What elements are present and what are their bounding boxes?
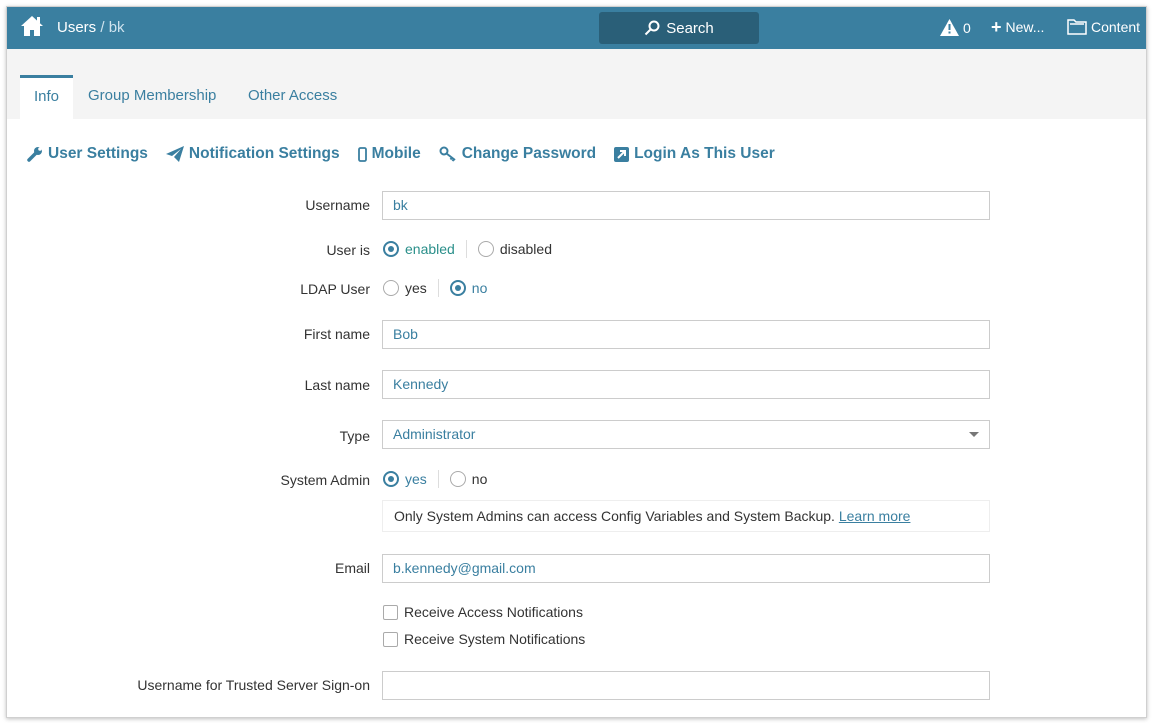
wrench-icon bbox=[27, 147, 42, 162]
mobile-link[interactable]: Mobile bbox=[357, 145, 421, 163]
ldap-yes-radio[interactable] bbox=[383, 280, 399, 296]
login-as-user-label: Login As This User bbox=[634, 145, 775, 162]
ldap-no-radio[interactable] bbox=[449, 280, 466, 296]
new-label: New... bbox=[1005, 19, 1045, 35]
type-label: Type bbox=[339, 428, 370, 444]
trusted-signon-input[interactable] bbox=[382, 671, 990, 700]
system-admin-note: Only System Admins can access Config Var… bbox=[382, 500, 990, 532]
plus-icon: + bbox=[991, 17, 1002, 37]
type-value: Administrator bbox=[393, 426, 476, 442]
user-is-label: User is bbox=[326, 242, 370, 258]
user-status-radio-group: enabled disabled bbox=[383, 240, 552, 258]
breadcrumb-users[interactable]: Users bbox=[57, 19, 96, 36]
change-password-label: Change Password bbox=[461, 145, 597, 162]
divider bbox=[437, 279, 439, 297]
email-input[interactable]: b.kennedy@gmail.com bbox=[382, 554, 990, 583]
notification-settings-link[interactable]: Notification Settings bbox=[165, 145, 340, 163]
disabled-radio[interactable] bbox=[477, 241, 494, 257]
tab-group-membership[interactable]: Group Membership bbox=[74, 75, 230, 119]
ldap-no-label[interactable]: no bbox=[472, 280, 488, 296]
change-password-link[interactable]: Change Password bbox=[439, 145, 596, 163]
note-text: Only System Admins can access Config Var… bbox=[394, 508, 835, 524]
tab-other-access[interactable]: Other Access bbox=[234, 75, 351, 119]
email-label: Email bbox=[334, 560, 370, 576]
system-admin-label: System Admin bbox=[280, 472, 370, 488]
user-settings-link[interactable]: User Settings bbox=[27, 145, 148, 163]
breadcrumb-separator: / bbox=[96, 19, 109, 36]
last-name-label: Last name bbox=[304, 377, 370, 393]
enabled-radio[interactable] bbox=[383, 241, 399, 257]
last-name-input[interactable]: Kennedy bbox=[382, 370, 990, 399]
trusted-signon-label: Username for Trusted Server Sign-on bbox=[137, 677, 370, 693]
type-select[interactable]: Administrator bbox=[382, 420, 990, 449]
notification-settings-label: Notification Settings bbox=[188, 145, 340, 162]
login-as-user-link[interactable]: Login As This User bbox=[614, 145, 775, 163]
content-label: Content bbox=[1091, 19, 1141, 35]
learn-more-link[interactable]: Learn more bbox=[839, 508, 911, 524]
access-notifications-label[interactable]: Receive Access Notifications bbox=[404, 604, 583, 620]
content-button[interactable]: Content bbox=[1067, 19, 1140, 35]
first-name-label: First name bbox=[303, 326, 370, 342]
external-link-icon bbox=[614, 146, 630, 162]
divider bbox=[437, 470, 439, 488]
breadcrumb: Users / bk bbox=[57, 19, 125, 36]
mobile-icon bbox=[357, 146, 367, 162]
user-settings-label: User Settings bbox=[48, 145, 148, 162]
top-bar: Users / bk Search 0 + New... Content bbox=[7, 7, 1146, 49]
mobile-label: Mobile bbox=[371, 145, 421, 162]
system-notifications-option: Receive System Notifications bbox=[383, 631, 585, 647]
warning-icon bbox=[940, 19, 959, 36]
enabled-label[interactable]: enabled bbox=[405, 241, 455, 257]
sysadmin-no-label[interactable]: no bbox=[472, 471, 488, 487]
divider bbox=[465, 240, 467, 258]
search-button[interactable]: Search bbox=[599, 12, 759, 44]
search-icon bbox=[645, 20, 660, 36]
tab-info[interactable]: Info bbox=[20, 75, 74, 119]
key-icon bbox=[439, 146, 456, 162]
ldap-user-label: LDAP User bbox=[300, 281, 370, 297]
alerts-count: 0 bbox=[963, 19, 971, 36]
ldap-yes-label[interactable]: yes bbox=[405, 280, 427, 296]
system-admin-radio-group: yes no bbox=[383, 470, 487, 488]
sysadmin-no-radio[interactable] bbox=[449, 471, 466, 487]
search-label: Search bbox=[666, 19, 714, 37]
chevron-down-icon bbox=[969, 432, 979, 437]
sysadmin-yes-radio[interactable] bbox=[383, 471, 399, 487]
app-window: Users / bk Search 0 + New... Content Inf… bbox=[6, 6, 1147, 718]
breadcrumb-current: bk bbox=[108, 19, 125, 36]
access-notifications-option: Receive Access Notifications bbox=[383, 604, 583, 620]
username-label: Username bbox=[305, 197, 370, 213]
alerts-button[interactable]: 0 bbox=[940, 19, 971, 36]
home-icon[interactable] bbox=[20, 15, 44, 40]
ldap-radio-group: yes no bbox=[383, 279, 487, 297]
folder-icon bbox=[1067, 19, 1087, 35]
system-notifications-checkbox[interactable] bbox=[383, 631, 398, 647]
access-notifications-checkbox[interactable] bbox=[383, 604, 398, 620]
paper-plane-icon bbox=[165, 146, 184, 162]
disabled-label[interactable]: disabled bbox=[500, 241, 552, 257]
username-input[interactable]: bk bbox=[382, 191, 990, 220]
action-links: User Settings Notification Settings Mobi… bbox=[27, 145, 775, 163]
first-name-input[interactable]: Bob bbox=[382, 320, 990, 349]
sysadmin-yes-label[interactable]: yes bbox=[405, 471, 427, 487]
new-button[interactable]: + New... bbox=[991, 17, 1045, 37]
tab-bar: Info Group Membership Other Access bbox=[7, 49, 1146, 119]
system-notifications-label[interactable]: Receive System Notifications bbox=[404, 631, 585, 647]
